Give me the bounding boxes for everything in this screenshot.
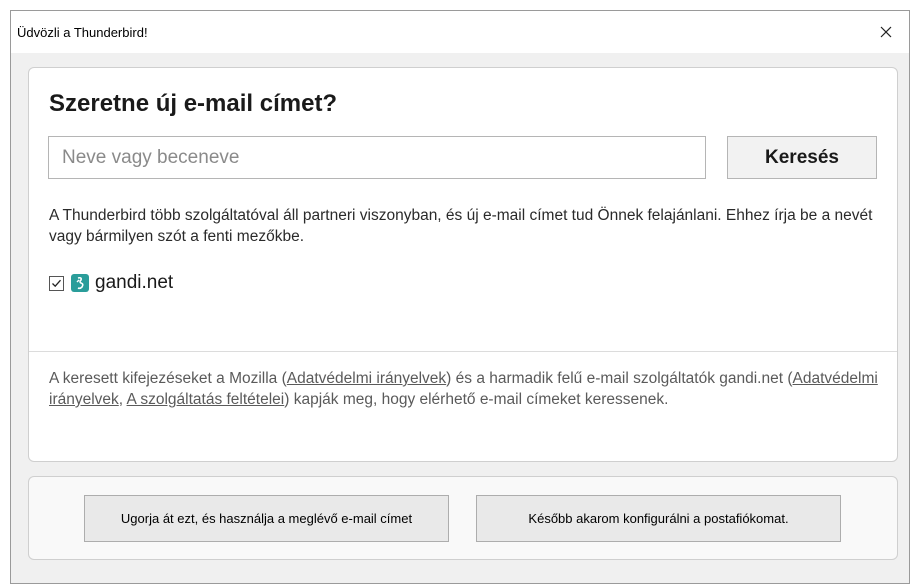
provider-checkbox[interactable]	[49, 275, 64, 291]
privacy-notice: A keresett kifejezéseket a Mozilla (Adat…	[49, 368, 879, 410]
privacy-text: A keresett kifejezéseket a Mozilla (	[49, 370, 287, 387]
close-icon	[880, 26, 892, 38]
title-bar: Üdvözli a Thunderbird!	[11, 11, 909, 53]
search-button[interactable]: Keresés	[727, 136, 877, 179]
skip-button[interactable]: Ugorja át ezt, és használja a meglévő e-…	[84, 495, 449, 542]
gandi-terms-link[interactable]: A szolgáltatás feltételei	[127, 391, 285, 408]
page-title: Szeretne új e-mail címet?	[49, 90, 338, 117]
name-search-input[interactable]	[48, 136, 706, 179]
footer-panel: Ugorja át ezt, és használja a meglévő e-…	[28, 476, 898, 560]
provider-name: gandi.net	[95, 272, 174, 293]
configure-later-button[interactable]: Később akarom konfigurálni a postafiókom…	[476, 495, 841, 542]
window-title: Üdvözli a Thunderbird!	[17, 25, 148, 40]
dialog-window: Üdvözli a Thunderbird! Szeretne új e-mai…	[10, 10, 910, 584]
privacy-text: ) és a harmadik felű e-mail szolgáltatók…	[446, 370, 793, 387]
divider	[29, 351, 897, 352]
close-button[interactable]	[863, 11, 909, 53]
description-text: A Thunderbird több szolgáltatóval áll pa…	[49, 207, 873, 245]
privacy-text: ,	[118, 391, 127, 408]
privacy-text: ) kapják meg, hogy elérhető e-mail címek…	[284, 391, 669, 408]
checkmark-icon	[52, 279, 61, 287]
new-email-panel: Szeretne új e-mail címet? Keresés A Thun…	[28, 67, 898, 462]
provider-item-gandi: gandi.net	[49, 268, 173, 298]
mozilla-privacy-link[interactable]: Adatvédelmi irányelvek	[287, 370, 446, 387]
gandi-logo-icon	[71, 274, 89, 292]
